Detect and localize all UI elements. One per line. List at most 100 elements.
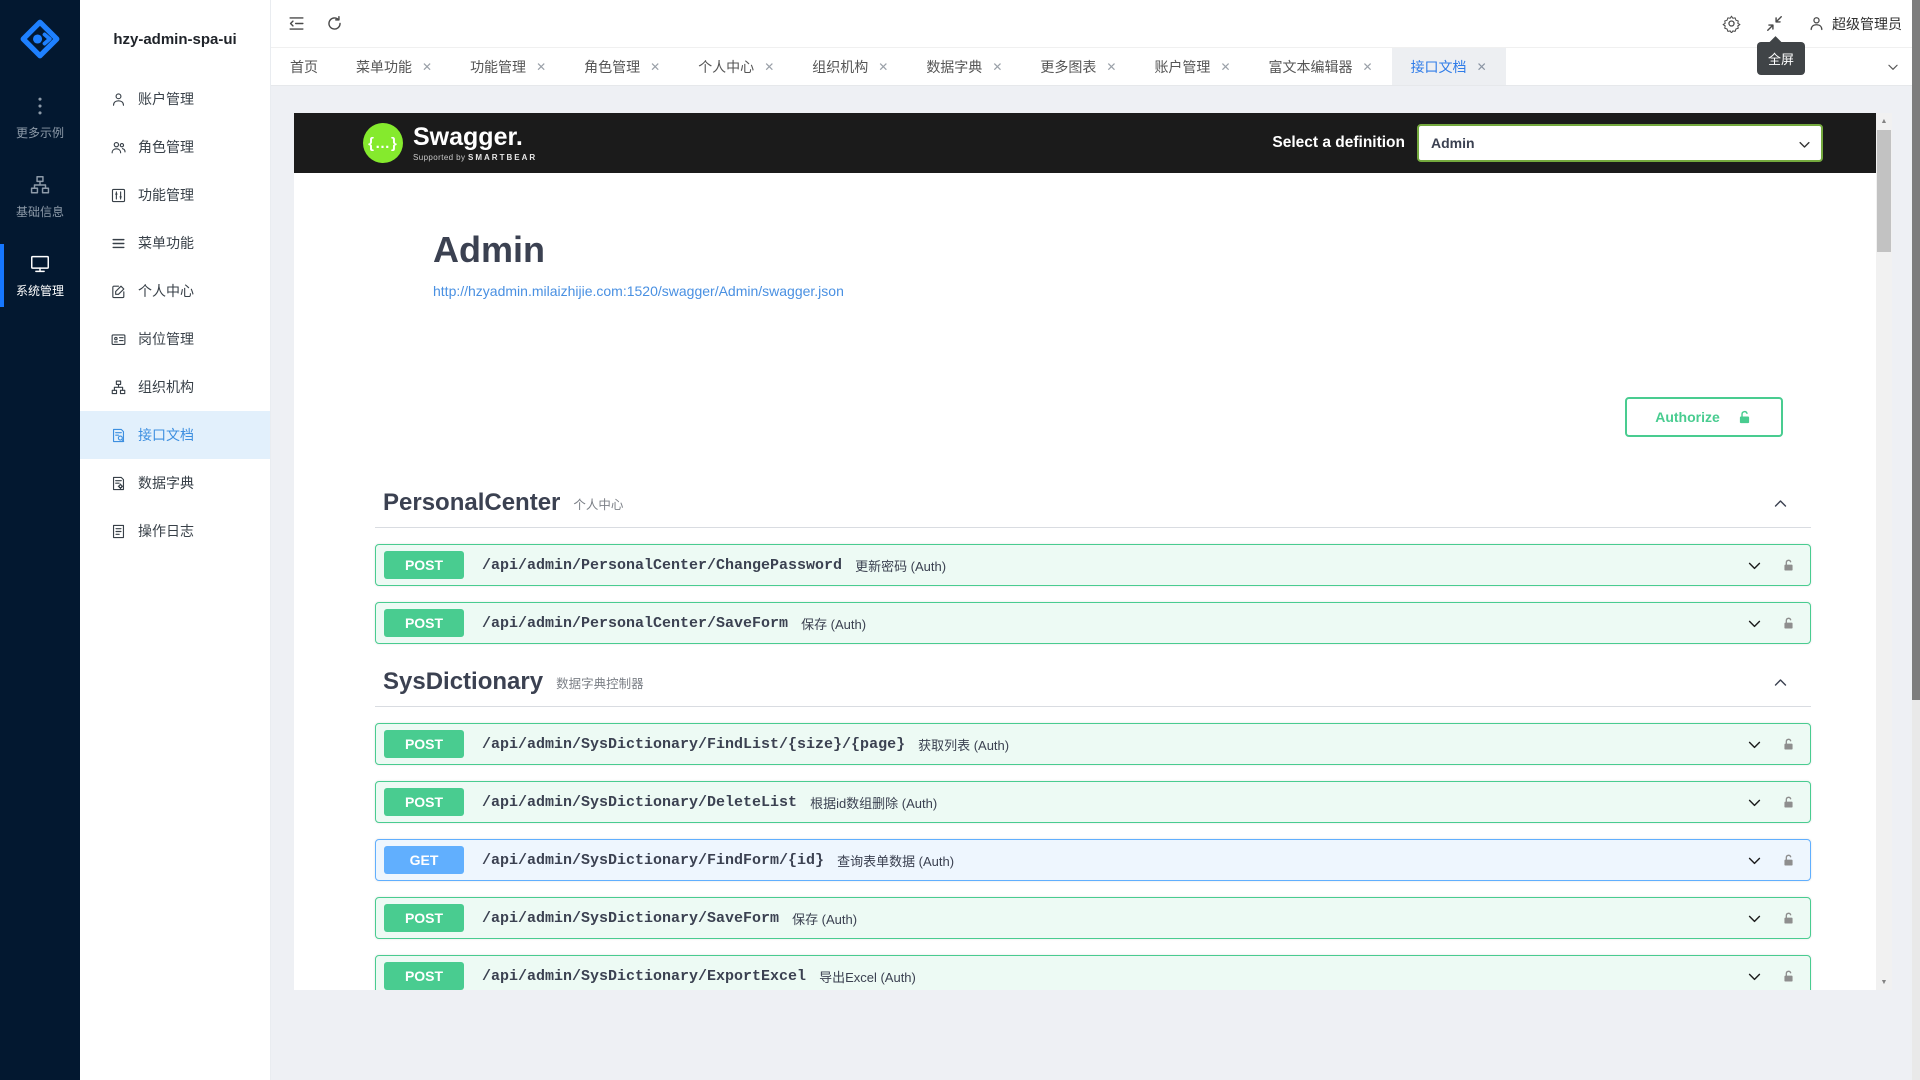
- tab[interactable]: 组织机构✕: [793, 48, 907, 85]
- tab-close-icon[interactable]: ✕: [1477, 61, 1487, 73]
- endpoint-row[interactable]: POST /api/admin/PersonalCenter/ChangePas…: [375, 544, 1811, 586]
- spec-url-link[interactable]: http://hzyadmin.milaizhijie.com:1520/swa…: [433, 283, 844, 299]
- swagger-logo-text: Swagger.: [413, 123, 523, 151]
- user-menu[interactable]: 超级管理员: [1808, 14, 1902, 34]
- settings-gear-icon[interactable]: [1722, 14, 1741, 33]
- lock-open-icon[interactable]: [1781, 737, 1796, 752]
- lock-open-icon[interactable]: [1781, 969, 1796, 984]
- swagger-logo[interactable]: {…} Swagger. Supported by SMARTBEAR: [363, 123, 537, 163]
- rail-item-basic-info[interactable]: 基础信息: [0, 157, 80, 236]
- page-scrollbar[interactable]: [1912, 0, 1920, 1080]
- scroll-down-icon[interactable]: ▼: [1876, 974, 1892, 990]
- lock-open-icon[interactable]: [1781, 795, 1796, 810]
- endpoint-row[interactable]: POST /api/admin/SysDictionary/FindList/{…: [375, 723, 1811, 765]
- sidebar-item[interactable]: 功能管理: [80, 171, 270, 219]
- scroll-up-icon[interactable]: ▲: [1876, 113, 1892, 129]
- endpoint-row[interactable]: POST /api/admin/PersonalCenter/SaveForm …: [375, 602, 1811, 644]
- api-section: SysDictionary 数据字典控制器 POST /api/admin/Sy…: [363, 668, 1823, 990]
- lock-open-icon[interactable]: [1781, 558, 1796, 573]
- rail-item-label: 基础信息: [16, 203, 64, 220]
- endpoint-row[interactable]: POST /api/admin/SysDictionary/DeleteList…: [375, 781, 1811, 823]
- tab-close-icon[interactable]: ✕: [536, 61, 546, 73]
- tab-close-icon[interactable]: ✕: [1363, 61, 1373, 73]
- tab-label: 功能管理: [470, 57, 526, 77]
- method-badge: POST: [384, 551, 464, 579]
- swagger-scrollbar-thumb[interactable]: [1877, 130, 1891, 252]
- tab[interactable]: 更多图表 ✕: [1021, 48, 1135, 85]
- sidebar-item[interactable]: 接口文档: [80, 411, 270, 459]
- swagger-scrollbar[interactable]: ▲ ▼: [1876, 113, 1892, 990]
- sidebar-item[interactable]: 组织机构: [80, 363, 270, 411]
- monitor-icon: [29, 253, 51, 275]
- chevron-down-icon[interactable]: [1746, 557, 1763, 574]
- function-icon: [110, 187, 127, 204]
- primary-rail: 更多示例基础信息系统管理: [0, 0, 80, 1080]
- page-scrollbar-thumb[interactable]: [1912, 0, 1920, 700]
- chevron-down-icon: [1797, 137, 1812, 152]
- sidebar-item[interactable]: 操作日志: [80, 507, 270, 555]
- tab[interactable]: 菜单功能 ✕: [337, 48, 451, 85]
- endpoint-row[interactable]: POST /api/admin/SysDictionary/SaveForm 保…: [375, 897, 1811, 939]
- tab[interactable]: 功能管理 ✕: [451, 48, 565, 85]
- dots-vertical-icon: [29, 95, 51, 117]
- sidebar-item[interactable]: 岗位管理: [80, 315, 270, 363]
- chevron-down-icon[interactable]: [1746, 794, 1763, 811]
- rail-item-system-management[interactable]: 系统管理: [0, 236, 80, 315]
- menu-lines-icon: [110, 235, 127, 252]
- endpoint-row[interactable]: GET /api/admin/SysDictionary/FindForm/{i…: [375, 839, 1811, 881]
- lock-open-icon[interactable]: [1781, 853, 1796, 868]
- sidebar-item[interactable]: 菜单功能: [80, 219, 270, 267]
- tab-close-icon[interactable]: ✕: [650, 61, 660, 73]
- endpoint-description: 保存 (Auth): [792, 909, 857, 928]
- endpoint-description: 更新密码 (Auth): [855, 556, 946, 575]
- rail-item-more-examples[interactable]: 更多示例: [0, 78, 80, 157]
- collapse-sidebar-icon[interactable]: [287, 14, 306, 33]
- tab[interactable]: 角色管理✕: [565, 48, 679, 85]
- rail-item-label: 系统管理: [16, 282, 64, 299]
- lock-open-icon[interactable]: [1781, 911, 1796, 926]
- chevron-down-icon[interactable]: [1746, 910, 1763, 927]
- tab-label: 个人中心: [698, 57, 754, 77]
- tab[interactable]: 数据字典✕: [907, 48, 1021, 85]
- authorize-button[interactable]: Authorize: [1625, 397, 1783, 437]
- logo-diamond-icon: [19, 18, 61, 60]
- tab[interactable]: 接口文档✕: [1392, 48, 1506, 85]
- tab[interactable]: 账户管理✕: [1135, 48, 1249, 85]
- sidebar-item-label: 功能管理: [138, 185, 194, 205]
- tab-close-icon[interactable]: ✕: [878, 61, 888, 73]
- refresh-icon[interactable]: [325, 14, 344, 33]
- tab[interactable]: 富文本编辑器✕: [1250, 48, 1392, 85]
- sidebar-item[interactable]: 个人中心: [80, 267, 270, 315]
- fullscreen-exit-icon[interactable]: [1765, 14, 1784, 33]
- tab-close-icon[interactable]: ✕: [992, 61, 1002, 73]
- endpoint-row[interactable]: POST /api/admin/SysDictionary/ExportExce…: [375, 955, 1811, 990]
- section-header[interactable]: SysDictionary 数据字典控制器: [375, 668, 1811, 707]
- sidebar-menu: 账户管理角色管理功能管理菜单功能个人中心岗位管理组织机构接口文档数据字典操作日志: [80, 75, 270, 555]
- section-header[interactable]: PersonalCenter 个人中心: [375, 489, 1811, 528]
- definition-select[interactable]: Admin: [1417, 124, 1823, 162]
- chevron-up-icon[interactable]: [1772, 495, 1803, 512]
- sidebar-item[interactable]: 数据字典: [80, 459, 270, 507]
- tab[interactable]: 个人中心 ✕: [679, 48, 793, 85]
- sidebar-item[interactable]: 账户管理: [80, 75, 270, 123]
- chevron-down-icon[interactable]: [1746, 736, 1763, 753]
- method-badge: POST: [384, 730, 464, 758]
- tab-close-icon[interactable]: ✕: [422, 61, 432, 73]
- chevron-down-icon[interactable]: [1746, 852, 1763, 869]
- tab-close-icon[interactable]: ✕: [764, 61, 774, 73]
- tab-label: 菜单功能: [356, 57, 412, 77]
- tab[interactable]: 首页: [271, 48, 337, 85]
- lock-open-icon[interactable]: [1781, 616, 1796, 631]
- endpoint-path: /api/admin/PersonalCenter/SaveForm: [482, 615, 788, 632]
- tab-close-icon[interactable]: ✕: [1220, 61, 1230, 73]
- sidebar-item-label: 账户管理: [138, 89, 194, 109]
- sidebar-item[interactable]: 角色管理: [80, 123, 270, 171]
- tab-label: 更多图表: [1040, 57, 1096, 77]
- edit-icon: [110, 283, 127, 300]
- tab-close-icon[interactable]: ✕: [1106, 61, 1116, 73]
- chevron-down-icon[interactable]: [1746, 968, 1763, 985]
- chevron-down-icon[interactable]: [1746, 615, 1763, 632]
- section-endpoints: POST /api/admin/PersonalCenter/ChangePas…: [375, 528, 1811, 644]
- chevron-up-icon[interactable]: [1772, 674, 1803, 691]
- app-logo[interactable]: [0, 0, 80, 78]
